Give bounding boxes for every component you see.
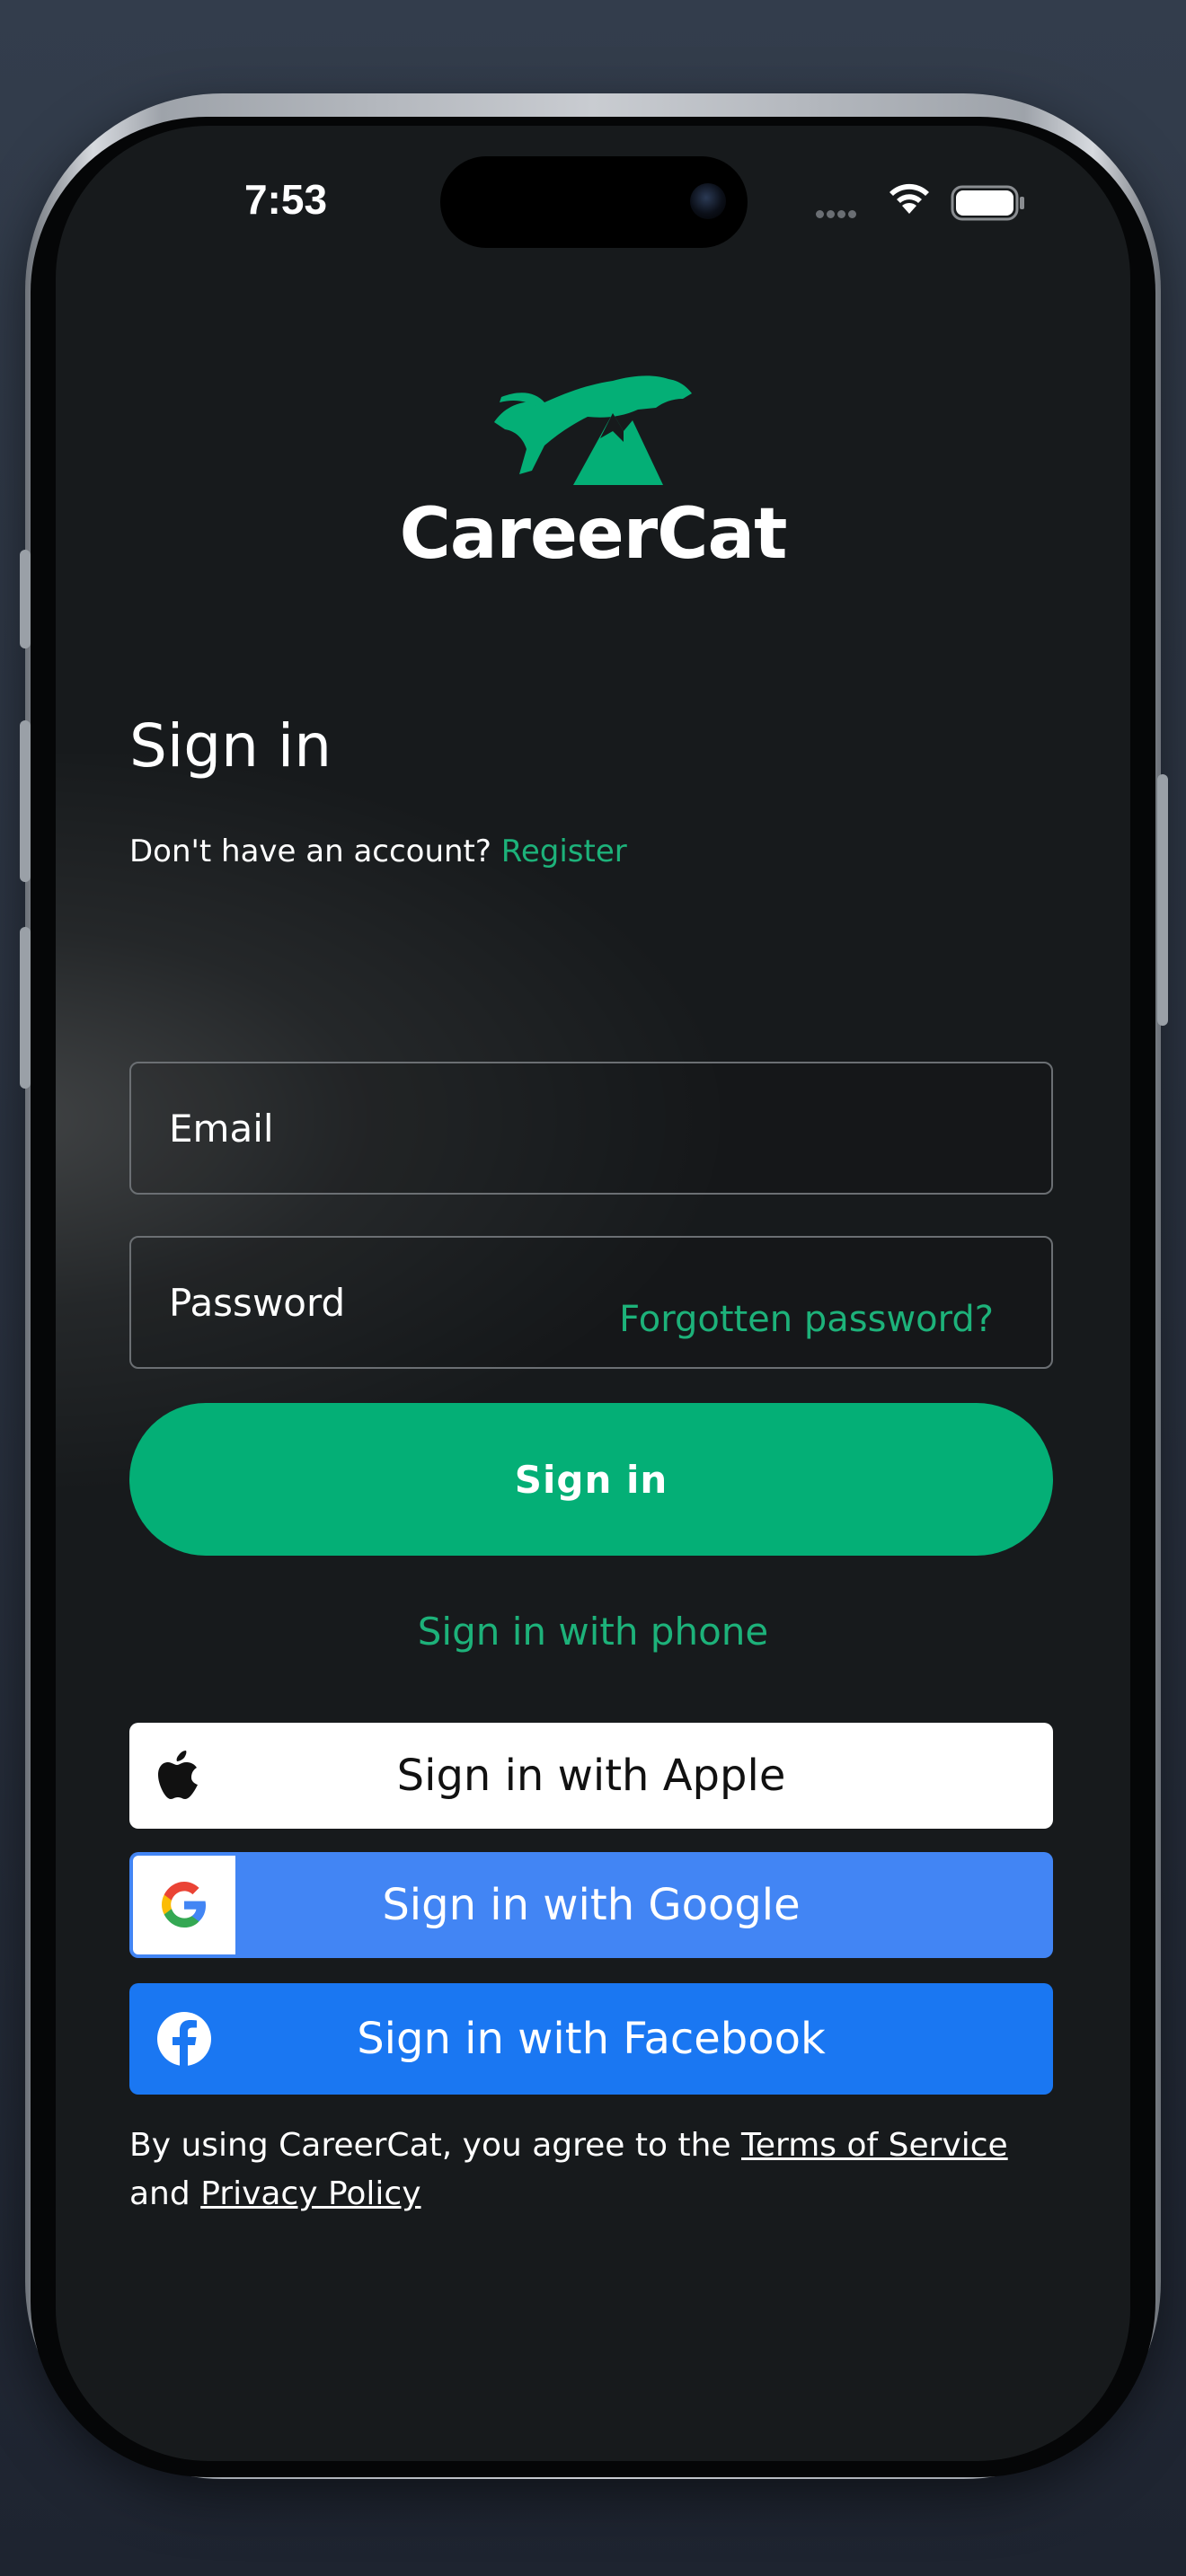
- volume-up-button: [20, 720, 31, 882]
- sign-in-button-label: Sign in: [514, 1457, 668, 1502]
- google-sign-in-label: Sign in with Google: [382, 1880, 801, 1930]
- sign-in-with-phone-link[interactable]: Sign in with phone: [56, 1610, 1130, 1654]
- terms-of-service-link[interactable]: Terms of Service: [741, 2127, 1008, 2164]
- apple-sign-in-button[interactable]: Sign in with Apple: [129, 1723, 1053, 1829]
- facebook-icon: [156, 2011, 212, 2067]
- register-prompt: Don't have an account? Register: [129, 834, 627, 869]
- legal-notice: By using CareerCat, you agree to the Ter…: [129, 2122, 1053, 2219]
- legal-prefix: By using CareerCat, you agree to the: [129, 2127, 731, 2164]
- forgot-password-link[interactable]: Forgotten password?: [619, 1299, 994, 1340]
- brand-wordmark: CareerCat: [399, 494, 788, 575]
- battery-icon: [951, 185, 1024, 221]
- apple-icon: [156, 1751, 199, 1801]
- apple-sign-in-label: Sign in with Apple: [396, 1751, 786, 1801]
- action-button: [20, 550, 31, 648]
- leaping-cat-mountain-logo-icon: [494, 375, 692, 485]
- legal-and: and: [129, 2175, 190, 2212]
- register-prompt-text: Don't have an account?: [129, 834, 491, 869]
- cellular-signal-icon: [816, 205, 859, 222]
- app-screen: 7:53 CareerCat Sign in Don't have an acc…: [56, 126, 1130, 2461]
- register-link[interactable]: Register: [501, 834, 627, 869]
- page-title: Sign in: [129, 711, 332, 781]
- power-button: [1157, 774, 1168, 1026]
- camera-icon: [690, 183, 726, 219]
- volume-down-button: [20, 927, 31, 1089]
- google-sign-in-button[interactable]: Sign in with Google: [129, 1852, 1053, 1958]
- privacy-policy-link[interactable]: Privacy Policy: [200, 2175, 420, 2212]
- google-icon: [133, 1856, 235, 1954]
- facebook-sign-in-button[interactable]: Sign in with Facebook: [129, 1983, 1053, 2095]
- sign-in-button[interactable]: Sign in: [129, 1403, 1053, 1556]
- email-field[interactable]: Email: [129, 1062, 1053, 1195]
- password-placeholder: Password: [169, 1280, 346, 1325]
- wifi-icon: [890, 183, 929, 214]
- dynamic-island: [440, 156, 748, 248]
- status-time: 7:53: [243, 176, 328, 223]
- email-placeholder: Email: [169, 1106, 274, 1151]
- facebook-sign-in-label: Sign in with Facebook: [357, 2014, 826, 2064]
